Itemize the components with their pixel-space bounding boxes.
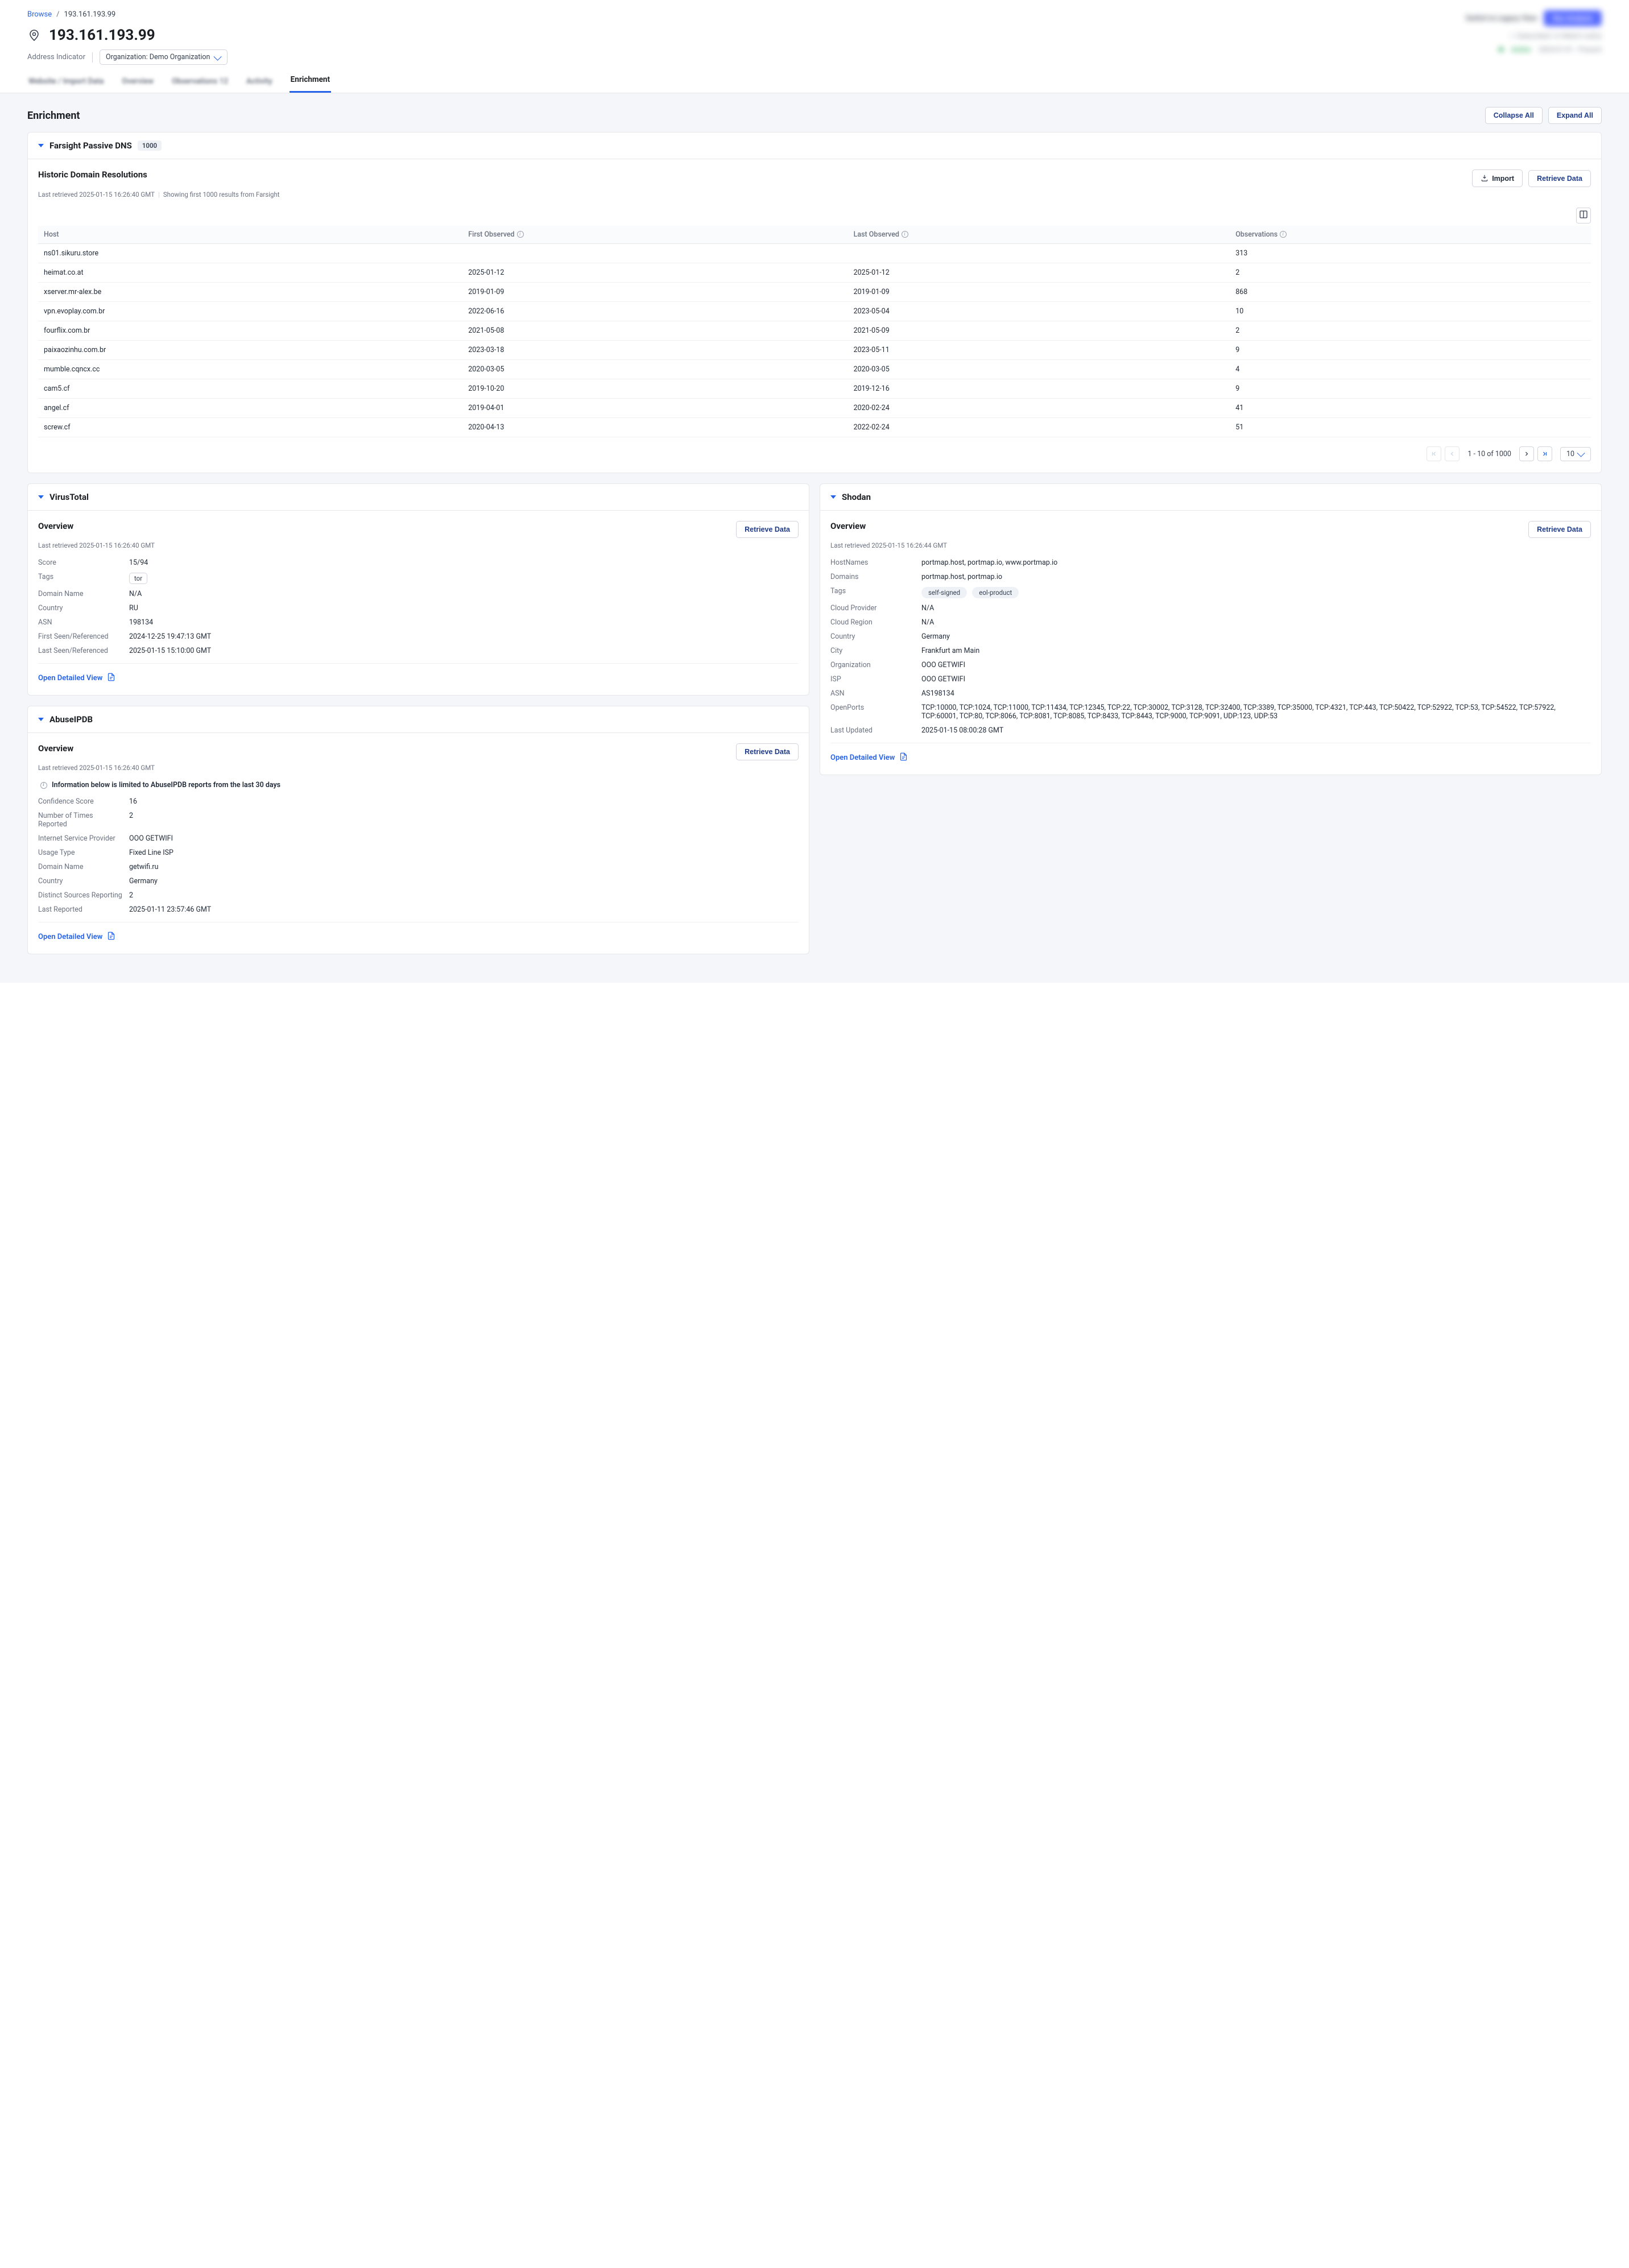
tab-enrichment[interactable]: Enrichment (290, 69, 331, 93)
info-icon[interactable] (1280, 231, 1287, 238)
retrieve-data-button[interactable]: Retrieve Data (1528, 521, 1591, 538)
card-shodan: Shodan Overview Retrieve Data Last retri… (820, 483, 1602, 775)
collapse-icon (38, 144, 44, 147)
abuseipdb-notice: Information below is limited to AbuseIPD… (38, 781, 799, 789)
col-observations[interactable]: Observations (1230, 226, 1591, 244)
pagination: 1 - 10 of 1000 10 (38, 446, 1591, 461)
info-icon (40, 782, 47, 789)
expand-all-button[interactable]: Expand All (1548, 107, 1602, 124)
retrieve-data-button[interactable]: Retrieve Data (736, 743, 799, 760)
card-abuseipdb: AbuseIPDB Overview Retrieve Data Last re… (27, 706, 809, 954)
virustotal-subtitle: Overview (38, 521, 73, 531)
table-row[interactable]: vpn.evoplay.com.br2022-06-162023-05-0410 (38, 302, 1591, 321)
table-row[interactable]: mumble.cqncx.cc2020-03-052020-03-054 (38, 360, 1591, 379)
card-virustotal-header[interactable]: VirusTotal (28, 484, 809, 511)
card-farsight: Farsight Passive DNS 1000 Historic Domai… (27, 132, 1602, 473)
table-row[interactable]: fourflix.com.br2021-05-082021-05-092 (38, 321, 1591, 341)
open-detailed-view-link[interactable]: Open Detailed View (38, 933, 102, 941)
table-row[interactable]: ns01.sikuru.store313 (38, 244, 1591, 263)
collapse-icon (38, 718, 44, 721)
collapse-icon (38, 495, 44, 499)
table-row[interactable]: xserver.mr-alex.be2019-01-092019-01-0986… (38, 283, 1591, 302)
breadcrumb: Browse / 193.161.193.99 (27, 10, 1602, 19)
tag-pill: self-signed (921, 587, 967, 598)
farsight-subtitle: Historic Domain Resolutions (38, 169, 147, 180)
card-shodan-header[interactable]: Shodan (820, 484, 1601, 511)
download-icon (1481, 174, 1489, 182)
tag-chip: tor (129, 573, 147, 584)
abuseipdb-meta: Last retrieved 2025-01-15 16:26:40 GMT (38, 764, 799, 772)
document-icon (107, 673, 115, 684)
card-farsight-header[interactable]: Farsight Passive DNS 1000 (28, 133, 1601, 159)
tab-observations[interactable]: Observations 12 (171, 71, 229, 93)
tab-activity[interactable]: Activity (245, 71, 274, 93)
open-detailed-view-link[interactable]: Open Detailed View (830, 754, 895, 762)
tab-import[interactable]: Website / Import Data (27, 71, 105, 93)
breadcrumb-root[interactable]: Browse (27, 10, 52, 19)
page-last-button[interactable] (1537, 446, 1552, 461)
tabs: Website / Import Data Overview Observati… (27, 69, 1602, 93)
table-row[interactable]: paixaozinhu.com.br2023-03-182023-05-119 (38, 341, 1591, 360)
collapse-icon (830, 495, 836, 499)
chevron-down-icon (214, 52, 222, 60)
document-icon (107, 932, 115, 942)
header-actions-blurred: Switch to Legacy View Run Analysis ☆ Sub… (1466, 10, 1602, 53)
organization-selector-label: Organization: Demo Organization (106, 53, 210, 61)
col-first-observed[interactable]: First Observed (462, 226, 847, 244)
col-last-observed[interactable]: Last Observed (848, 226, 1230, 244)
table-row[interactable]: angel.cf2019-04-012020-02-2441 (38, 399, 1591, 418)
card-title: Farsight Passive DNS (49, 140, 132, 151)
table-row[interactable]: screw.cf2020-04-132022-02-2451 (38, 418, 1591, 437)
col-host[interactable]: Host (38, 226, 462, 244)
collapse-all-button[interactable]: Collapse All (1485, 107, 1543, 124)
card-title: AbuseIPDB (49, 714, 93, 725)
info-icon[interactable] (517, 231, 524, 238)
organization-selector[interactable]: Organization: Demo Organization (100, 49, 228, 65)
card-title: VirusTotal (49, 492, 89, 502)
page-next-button[interactable] (1519, 446, 1534, 461)
open-detailed-view-link[interactable]: Open Detailed View (38, 674, 102, 682)
page-range: 1 - 10 of 1000 (1463, 450, 1516, 458)
card-abuseipdb-header[interactable]: AbuseIPDB (28, 706, 809, 733)
tag-pill: eol-product (972, 587, 1019, 598)
tab-overview[interactable]: Overview (121, 71, 155, 93)
virustotal-meta: Last retrieved 2025-01-15 16:26:40 GMT (38, 541, 799, 549)
page-prev-button[interactable] (1445, 446, 1460, 461)
table-row[interactable]: cam5.cf2019-10-202019-12-169 (38, 379, 1591, 399)
farsight-meta: Last retrieved 2025-01-15 16:26:40 GMT|S… (38, 191, 1591, 198)
indicator-type-label: Address Indicator (27, 53, 85, 61)
page-title: 193.161.193.99 (49, 27, 155, 44)
table-row[interactable]: heimat.co.at2025-01-122025-01-122 (38, 263, 1591, 283)
shodan-meta: Last retrieved 2025-01-15 16:26:44 GMT (830, 541, 1591, 549)
section-title: Enrichment (27, 110, 80, 122)
document-icon (899, 752, 908, 763)
retrieve-data-button[interactable]: Retrieve Data (1528, 170, 1591, 187)
chevron-down-icon (1577, 449, 1585, 457)
location-pin-icon (27, 28, 41, 42)
abuseipdb-subtitle: Overview (38, 743, 73, 754)
card-title: Shodan (842, 492, 871, 502)
info-icon[interactable] (902, 231, 908, 238)
retrieve-data-button[interactable]: Retrieve Data (736, 521, 799, 538)
shodan-subtitle: Overview (830, 521, 866, 531)
page-first-button[interactable] (1427, 446, 1441, 461)
farsight-table: Host First Observed Last Observed Observ… (38, 226, 1591, 437)
column-config-button[interactable] (1576, 208, 1591, 224)
breadcrumb-current: 193.161.193.99 (64, 10, 116, 19)
card-virustotal: VirusTotal Overview Retrieve Data Last r… (27, 483, 809, 696)
page-size-selector[interactable]: 10 (1560, 447, 1591, 461)
import-button[interactable]: Import (1472, 169, 1523, 187)
result-count-badge: 1000 (138, 140, 162, 151)
